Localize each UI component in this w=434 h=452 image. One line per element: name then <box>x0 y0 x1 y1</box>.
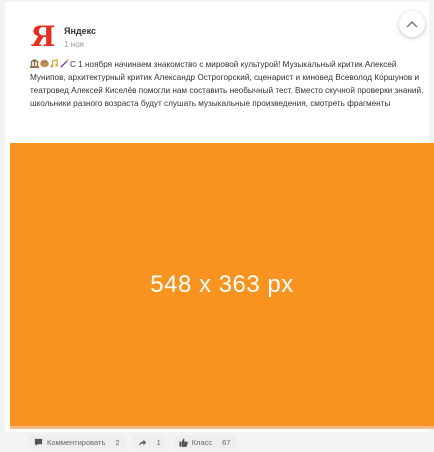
media-bottom-strip <box>10 426 434 429</box>
post-text: С 1 ноября начинаем знакомство с мировой… <box>30 60 424 108</box>
post-date[interactable]: 1 ноя <box>64 40 84 49</box>
comment-label: Комментировать <box>47 437 106 447</box>
music-emoji-icon <box>50 59 58 68</box>
museum-emoji-icon <box>30 59 39 68</box>
share-button[interactable]: 1 <box>131 435 167 449</box>
palette-emoji-icon <box>40 59 49 68</box>
like-button[interactable]: Класс 67 <box>172 435 237 449</box>
thumbs-up-icon <box>179 437 188 447</box>
like-count: 67 <box>222 437 231 447</box>
like-label: Класс <box>191 437 213 447</box>
comment-count: 2 <box>115 437 120 447</box>
post-media-placeholder[interactable]: 548 x 363 px <box>10 143 434 426</box>
magic-wand-emoji-icon <box>60 59 69 68</box>
yandex-logo[interactable]: Я <box>30 22 56 52</box>
collapse-button[interactable] <box>399 11 425 37</box>
media-size-label: 548 x 363 px <box>150 270 294 298</box>
post-text-block: С 1 ноября начинаем знакомство с мировой… <box>30 58 425 110</box>
share-count: 1 <box>156 437 161 447</box>
post-author[interactable]: Яндекс <box>64 26 96 36</box>
comment-icon <box>34 438 43 446</box>
post-actions-bar: Комментировать 2 1 Класс 67 <box>28 435 237 449</box>
share-arrow-icon <box>138 439 146 446</box>
comment-button[interactable]: Комментировать 2 <box>28 435 126 449</box>
chevron-up-icon <box>406 20 418 28</box>
